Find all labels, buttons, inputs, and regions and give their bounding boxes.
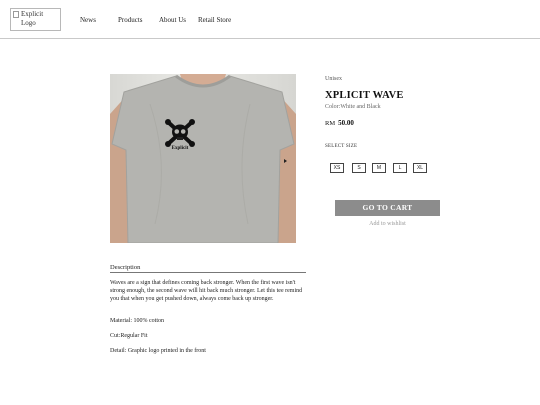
nav-about-us[interactable]: About Us [159, 16, 186, 24]
size-m-button[interactable]: M [372, 163, 386, 173]
price-currency: RM [325, 120, 336, 127]
site-header: Explicit Logo News Products About Us Ret… [0, 0, 540, 39]
description-material: Material: 100% cotton [110, 318, 164, 324]
price-amount: 50.00 [338, 119, 354, 127]
product-title: XPLICIT WAVE [325, 90, 404, 101]
broken-image-icon [13, 11, 19, 18]
description-detail: Detail: Graphic logo printed in the fron… [110, 348, 206, 354]
nav-news[interactable]: News [80, 16, 96, 24]
product-category: Unisex [325, 76, 342, 82]
tshirt-photo: Explicit [110, 74, 296, 243]
size-s-button[interactable]: S [352, 163, 366, 173]
product-color: Color:White and Black [325, 104, 381, 110]
size-l-button[interactable]: L [393, 163, 407, 173]
size-label: SELECT SIZE [325, 144, 358, 149]
nav-retail-store[interactable]: Retail Store [198, 16, 231, 24]
size-xl-button[interactable]: XL [413, 163, 427, 173]
description-heading: Description [110, 264, 306, 273]
site-logo[interactable]: Explicit Logo [10, 8, 61, 31]
product-price: RM 50.00 [325, 119, 354, 127]
go-to-cart-button[interactable]: GO TO CART [335, 200, 440, 216]
description-cut: Cut:Regular Fit [110, 333, 148, 339]
print-text: Explicit [172, 146, 189, 151]
product-image: Explicit [110, 74, 296, 243]
nav-products[interactable]: Products [118, 16, 143, 24]
size-xs-button[interactable]: XS [330, 163, 344, 173]
add-to-wishlist-link[interactable]: Add to wishlist [335, 221, 440, 227]
logo-alt-text: Explicit Logo [21, 10, 44, 27]
tshirt-body [111, 75, 295, 243]
description-text: Waves are a sign that defines coming bac… [110, 280, 303, 302]
